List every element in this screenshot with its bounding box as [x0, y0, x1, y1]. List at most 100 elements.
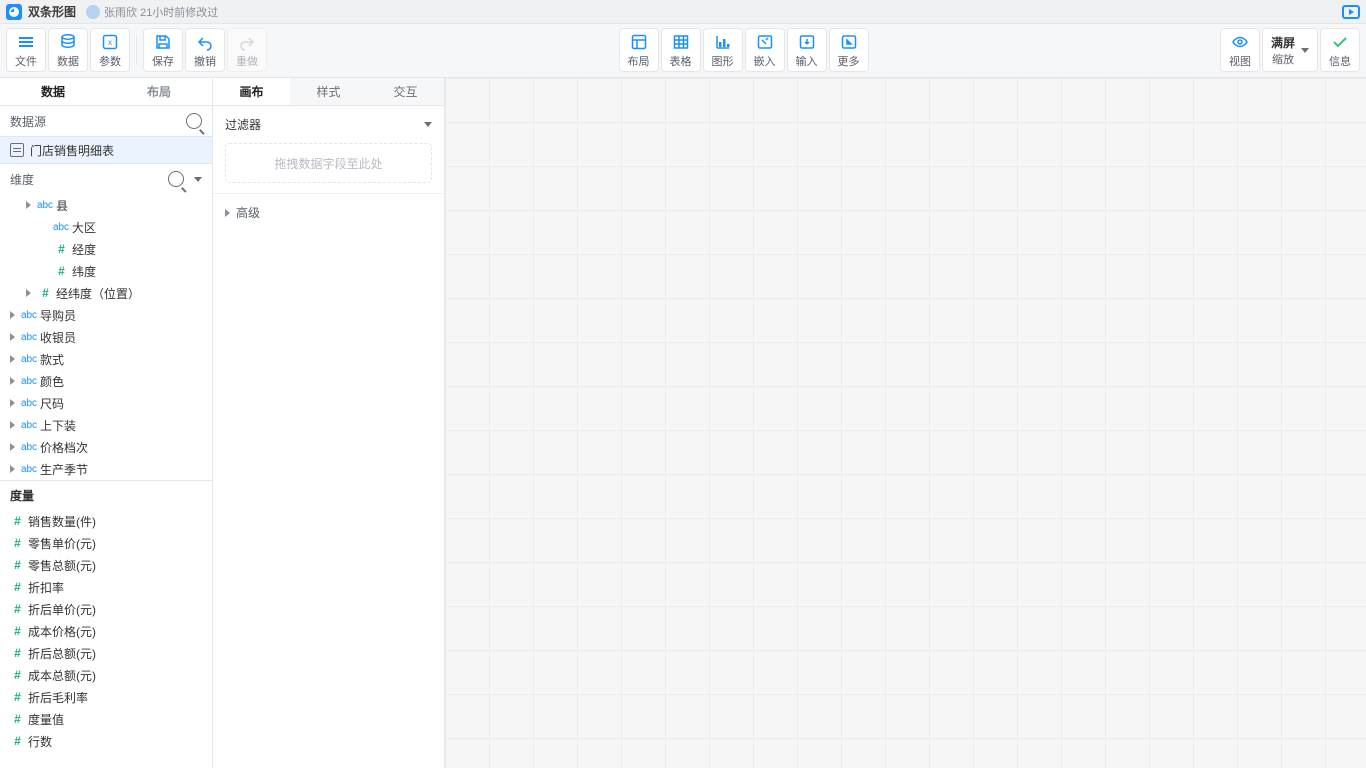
hash-type-icon: #	[6, 558, 28, 572]
expand-icon[interactable]	[6, 311, 18, 319]
zoom-select[interactable]: 满屏 缩放	[1262, 28, 1318, 72]
dimensions-header: 维度	[0, 164, 212, 194]
expand-icon[interactable]	[6, 355, 18, 363]
table-button[interactable]: 表格	[661, 28, 701, 72]
chevron-right-icon	[225, 209, 230, 217]
measure-field[interactable]: #折后总额(元)	[0, 642, 212, 664]
expand-icon[interactable]	[6, 465, 18, 473]
hash-type-icon: #	[6, 690, 28, 704]
embed-icon	[756, 33, 774, 51]
dimension-field[interactable]: abc收银员	[0, 326, 212, 348]
dimension-field[interactable]: abc县	[0, 194, 212, 216]
search-icon[interactable]	[168, 171, 184, 187]
dimension-field[interactable]: #经度	[0, 238, 212, 260]
measure-field[interactable]: #销售数量(件)	[0, 510, 212, 532]
layout-button[interactable]: 布局	[619, 28, 659, 72]
document-title: 双条形图	[28, 3, 76, 20]
abc-type-icon: abc	[18, 332, 40, 343]
chart-button[interactable]: 图形	[703, 28, 743, 72]
sidebar-tab-data[interactable]: 数据	[0, 78, 106, 105]
more-button[interactable]: 更多	[829, 28, 869, 72]
expand-icon[interactable]	[22, 289, 34, 297]
measure-field[interactable]: #折后毛利率	[0, 686, 212, 708]
measure-field[interactable]: #成本价格(元)	[0, 620, 212, 642]
abc-type-icon: abc	[18, 464, 40, 475]
dimension-field[interactable]: abc导购员	[0, 304, 212, 326]
file-button[interactable]: 文件	[6, 28, 46, 72]
table-icon	[672, 33, 690, 51]
field-label: 度量值	[28, 711, 64, 728]
datasource-item[interactable]: 门店销售明细表	[0, 136, 212, 164]
measure-field[interactable]: #成本总额(元)	[0, 664, 212, 686]
field-label: 生产季节	[40, 461, 88, 478]
view-button[interactable]: 视图	[1220, 28, 1260, 72]
expand-icon	[38, 223, 50, 231]
field-label: 颜色	[40, 373, 64, 390]
preview-button[interactable]	[1342, 5, 1360, 19]
redo-icon	[238, 33, 256, 51]
params-button[interactable]: x 参数	[90, 28, 130, 72]
title-bar: 双条形图 张雨欣 21小时前修改过	[0, 0, 1366, 24]
save-button[interactable]: 保存	[143, 28, 183, 72]
hash-type-icon: #	[6, 646, 28, 660]
filter-dropzone[interactable]: 拖拽数据字段至此处	[225, 143, 432, 183]
measure-field[interactable]: #零售总额(元)	[0, 554, 212, 576]
field-label: 折后总额(元)	[28, 645, 96, 662]
dimension-field[interactable]: abc大区	[0, 216, 212, 238]
input-button[interactable]: 输入	[787, 28, 827, 72]
info-button[interactable]: 信息	[1320, 28, 1360, 72]
config-filter-section: 过滤器 拖拽数据字段至此处	[213, 106, 444, 194]
chevron-down-icon[interactable]	[194, 177, 202, 182]
config-tab-interact[interactable]: 交互	[367, 78, 444, 105]
dimension-field[interactable]: abc颜色	[0, 370, 212, 392]
save-icon	[154, 33, 172, 51]
embed-button[interactable]: 嵌入	[745, 28, 785, 72]
measure-field[interactable]: #折扣率	[0, 576, 212, 598]
measures-header: 度量	[0, 480, 212, 510]
measure-field[interactable]: #度量值	[0, 708, 212, 730]
undo-button[interactable]: 撤销	[185, 28, 225, 72]
hash-type-icon: #	[6, 624, 28, 638]
chevron-down-icon[interactable]	[424, 122, 432, 127]
canvas-area[interactable]	[445, 78, 1366, 768]
input-icon	[798, 33, 816, 51]
measure-field[interactable]: #零售单价(元)	[0, 532, 212, 554]
dimension-field[interactable]: abc款式	[0, 348, 212, 370]
config-panel: 画布 样式 交互 过滤器 拖拽数据字段至此处 高级	[213, 78, 445, 768]
datasheet-icon	[10, 143, 24, 157]
dimension-field[interactable]: #纬度	[0, 260, 212, 282]
datasource-header: 数据源	[0, 106, 212, 136]
check-icon	[1331, 33, 1349, 51]
expand-icon[interactable]	[6, 333, 18, 341]
measure-field[interactable]: #折后单价(元)	[0, 598, 212, 620]
config-advanced-toggle[interactable]: 高级	[213, 194, 444, 231]
config-tab-canvas[interactable]: 画布	[213, 78, 290, 105]
expand-icon[interactable]	[6, 399, 18, 407]
measures-list: #销售数量(件)#零售单价(元)#零售总额(元)#折扣率#折后单价(元)#成本价…	[0, 510, 212, 752]
field-label: 零售总额(元)	[28, 557, 96, 574]
dimension-field[interactable]: abc上下装	[0, 414, 212, 436]
data-button[interactable]: 数据	[48, 28, 88, 72]
expand-icon[interactable]	[22, 201, 34, 209]
field-label: 成本价格(元)	[28, 623, 96, 640]
expand-icon[interactable]	[6, 377, 18, 385]
field-label: 折后单价(元)	[28, 601, 96, 618]
sidebar-tab-layout[interactable]: 布局	[106, 78, 212, 105]
app-logo-icon	[6, 4, 22, 20]
measure-field[interactable]: #行数	[0, 730, 212, 752]
hash-type-icon: #	[6, 514, 28, 528]
abc-type-icon: abc	[50, 222, 72, 233]
config-tab-style[interactable]: 样式	[290, 78, 367, 105]
field-label: 经纬度（位置）	[56, 285, 140, 302]
dimension-field[interactable]: #经纬度（位置）	[0, 282, 212, 304]
hash-type-icon: #	[6, 712, 28, 726]
search-icon[interactable]	[186, 113, 202, 129]
hash-type-icon: #	[50, 242, 72, 256]
expand-icon[interactable]	[6, 421, 18, 429]
svg-text:x: x	[108, 38, 112, 47]
expand-icon[interactable]	[6, 443, 18, 451]
dimension-field[interactable]: abc生产季节	[0, 458, 212, 480]
dimension-field[interactable]: abc价格档次	[0, 436, 212, 458]
abc-type-icon: abc	[18, 442, 40, 453]
dimension-field[interactable]: abc尺码	[0, 392, 212, 414]
